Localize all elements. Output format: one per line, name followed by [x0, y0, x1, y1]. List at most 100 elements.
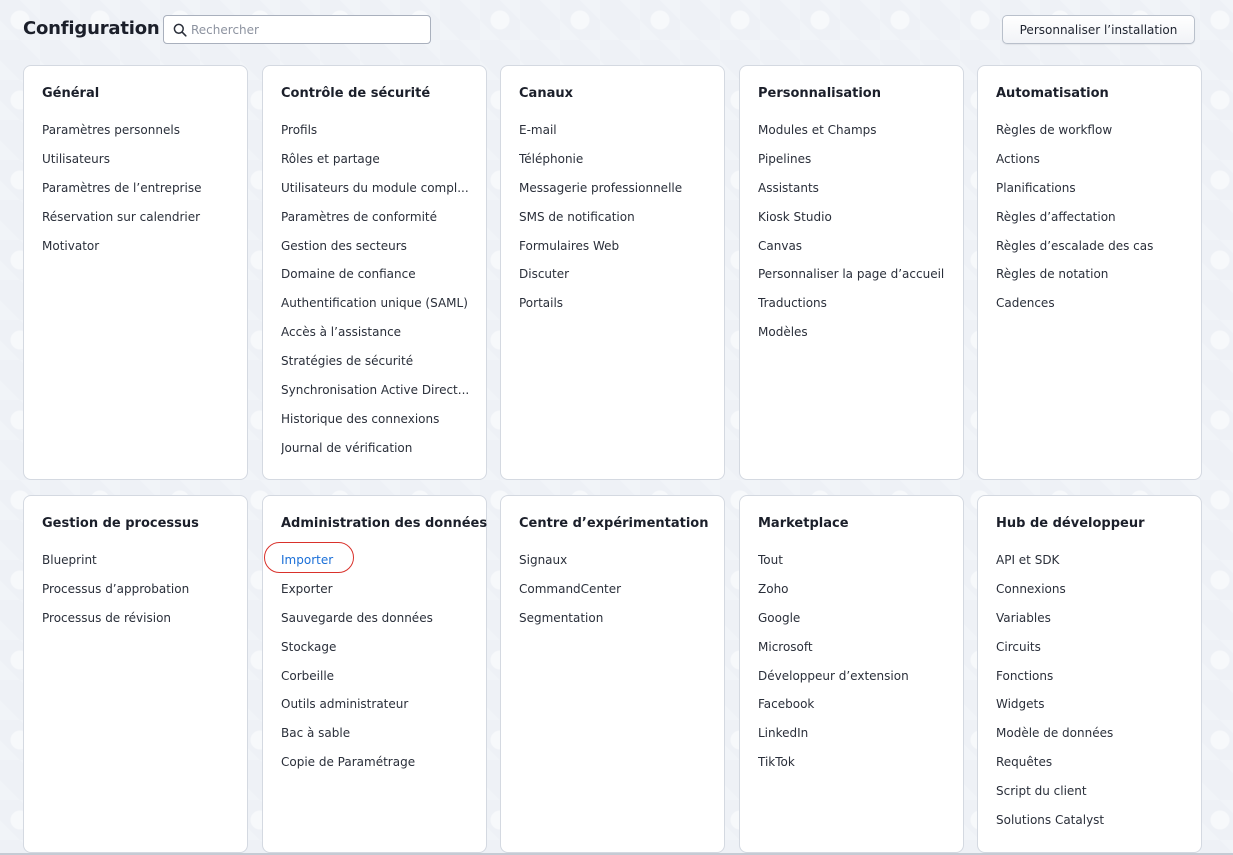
- section-link[interactable]: Script du client: [996, 781, 1186, 810]
- section-link[interactable]: Exporter: [281, 579, 471, 608]
- section-link-list: Modules et Champs Pipelines Assistants K…: [758, 120, 948, 351]
- section-link[interactable]: Stockage: [281, 637, 471, 666]
- section-link[interactable]: Google: [758, 608, 948, 637]
- section-link[interactable]: Processus de révision: [42, 608, 232, 637]
- section-link[interactable]: LinkedIn: [758, 723, 948, 752]
- section-link[interactable]: Bac à sable: [281, 723, 471, 752]
- section-link-list: Paramètres personnels Utilisateurs Param…: [42, 120, 232, 264]
- section-link[interactable]: CommandCenter: [519, 579, 709, 608]
- section-card-marketplace: Marketplace Tout Zoho Google Microsoft D…: [739, 495, 964, 853]
- section-link-list: Signaux CommandCenter Segmentation: [519, 550, 709, 637]
- section-link[interactable]: SMS de notification: [519, 207, 709, 236]
- section-link[interactable]: Historique des connexions: [281, 409, 471, 438]
- section-link[interactable]: Facebook: [758, 694, 948, 723]
- section-link[interactable]: Canvas: [758, 236, 948, 265]
- section-card-security-control: Contrôle de sécurité Profils Rôles et pa…: [262, 65, 487, 480]
- section-link[interactable]: Modules et Champs: [758, 120, 948, 149]
- section-link[interactable]: Téléphonie: [519, 149, 709, 178]
- section-link[interactable]: Processus d’approbation: [42, 579, 232, 608]
- section-link[interactable]: Authentification unique (SAML): [281, 293, 471, 322]
- section-link[interactable]: Motivator: [42, 236, 232, 265]
- section-link[interactable]: Paramètres de l’entreprise: [42, 178, 232, 207]
- section-link[interactable]: Rôles et partage: [281, 149, 471, 178]
- section-link[interactable]: Blueprint: [42, 550, 232, 579]
- section-title: Centre d’expérimentation: [519, 516, 709, 531]
- section-link[interactable]: Paramètres de conformité: [281, 207, 471, 236]
- search-icon: [173, 23, 187, 37]
- section-link[interactable]: Circuits: [996, 637, 1186, 666]
- section-link[interactable]: Cadences: [996, 293, 1186, 322]
- section-link-list: Profils Rôles et partage Utilisateurs du…: [281, 120, 471, 467]
- section-link[interactable]: Portails: [519, 293, 709, 322]
- section-link[interactable]: Pipelines: [758, 149, 948, 178]
- section-card-general: Général Paramètres personnels Utilisateu…: [23, 65, 248, 480]
- section-link[interactable]: Solutions Catalyst: [996, 810, 1186, 839]
- section-title: Gestion de processus: [42, 516, 199, 531]
- section-link[interactable]: Profils: [281, 120, 471, 149]
- section-link[interactable]: Sauvegarde des données: [281, 608, 471, 637]
- section-link[interactable]: Connexions: [996, 579, 1186, 608]
- page-title: Configuration: [23, 18, 160, 39]
- section-link[interactable]: Personnaliser la page d’accueil: [758, 264, 948, 293]
- search-box[interactable]: [163, 15, 431, 44]
- section-link[interactable]: Règles de workflow: [996, 120, 1186, 149]
- section-link[interactable]: Zoho: [758, 579, 948, 608]
- section-link-list: Importer Exporter Sauvegarde des données…: [281, 550, 471, 781]
- section-link[interactable]: Règles d’affectation: [996, 207, 1186, 236]
- section-link[interactable]: Microsoft: [758, 637, 948, 666]
- section-link[interactable]: Développeur d’extension: [758, 666, 948, 695]
- section-link[interactable]: Signaux: [519, 550, 709, 579]
- section-link[interactable]: Corbeille: [281, 666, 471, 695]
- section-link[interactable]: Journal de vérification: [281, 438, 471, 467]
- section-link[interactable]: Paramètres personnels: [42, 120, 232, 149]
- section-link[interactable]: Règles d’escalade des cas: [996, 236, 1186, 265]
- section-link[interactable]: Fonctions: [996, 666, 1186, 695]
- search-input[interactable]: [191, 19, 423, 40]
- section-link[interactable]: Messagerie professionnelle: [519, 178, 709, 207]
- section-card-experimentation-center: Centre d’expérimentation Signaux Command…: [500, 495, 725, 853]
- section-link[interactable]: Accès à l’assistance: [281, 322, 471, 351]
- section-link[interactable]: Outils administrateur: [281, 694, 471, 723]
- section-link[interactable]: Traductions: [758, 293, 948, 322]
- section-link[interactable]: Gestion des secteurs: [281, 236, 471, 265]
- section-link[interactable]: Utilisateurs du module compl...: [281, 178, 471, 207]
- section-title: Général: [42, 86, 100, 101]
- section-link[interactable]: Tout: [758, 550, 948, 579]
- section-link[interactable]: Réservation sur calendrier: [42, 207, 232, 236]
- section-link[interactable]: Utilisateurs: [42, 149, 232, 178]
- section-link[interactable]: Segmentation: [519, 608, 709, 637]
- section-title: Automatisation: [996, 86, 1109, 101]
- section-link[interactable]: Synchronisation Active Direct...: [281, 380, 471, 409]
- section-link[interactable]: Stratégies de sécurité: [281, 351, 471, 380]
- section-link[interactable]: Formulaires Web: [519, 236, 709, 265]
- settings-header: Configuration Personnaliser l’installati…: [0, 0, 1233, 60]
- section-link[interactable]: TikTok: [758, 752, 948, 781]
- section-link[interactable]: Kiosk Studio: [758, 207, 948, 236]
- section-link[interactable]: Modèles: [758, 322, 948, 351]
- section-link[interactable]: Règles de notation: [996, 264, 1186, 293]
- customize-setup-button[interactable]: Personnaliser l’installation: [1002, 15, 1195, 44]
- section-link[interactable]: E-mail: [519, 120, 709, 149]
- section-link[interactable]: Widgets: [996, 694, 1186, 723]
- section-card-developer-hub: Hub de développeur API et SDK Connexions…: [977, 495, 1202, 853]
- section-link[interactable]: Assistants: [758, 178, 948, 207]
- section-card-channels: Canaux E-mail Téléphonie Messagerie prof…: [500, 65, 725, 480]
- section-card-data-administration: Administration des données Importer Expo…: [262, 495, 487, 853]
- section-title: Administration des données: [281, 516, 488, 531]
- section-link[interactable]: Requêtes: [996, 752, 1186, 781]
- section-link[interactable]: Modèle de données: [996, 723, 1186, 752]
- section-link-list: Tout Zoho Google Microsoft Développeur d…: [758, 550, 948, 781]
- section-link[interactable]: Discuter: [519, 264, 709, 293]
- section-link[interactable]: API et SDK: [996, 550, 1186, 579]
- section-title: Contrôle de sécurité: [281, 86, 431, 101]
- section-link-list: Blueprint Processus d’approbation Proces…: [42, 550, 232, 637]
- section-link[interactable]: Planifications: [996, 178, 1186, 207]
- section-card-customization: Personnalisation Modules et Champs Pipel…: [739, 65, 964, 480]
- section-link-list: Règles de workflow Actions Planification…: [996, 120, 1186, 322]
- section-link-import[interactable]: Importer: [281, 550, 471, 579]
- section-link[interactable]: Copie de Paramétrage: [281, 752, 471, 781]
- section-link[interactable]: Variables: [996, 608, 1186, 637]
- section-link[interactable]: Domaine de confiance: [281, 264, 471, 293]
- section-card-automation: Automatisation Règles de workflow Action…: [977, 65, 1202, 480]
- section-link[interactable]: Actions: [996, 149, 1186, 178]
